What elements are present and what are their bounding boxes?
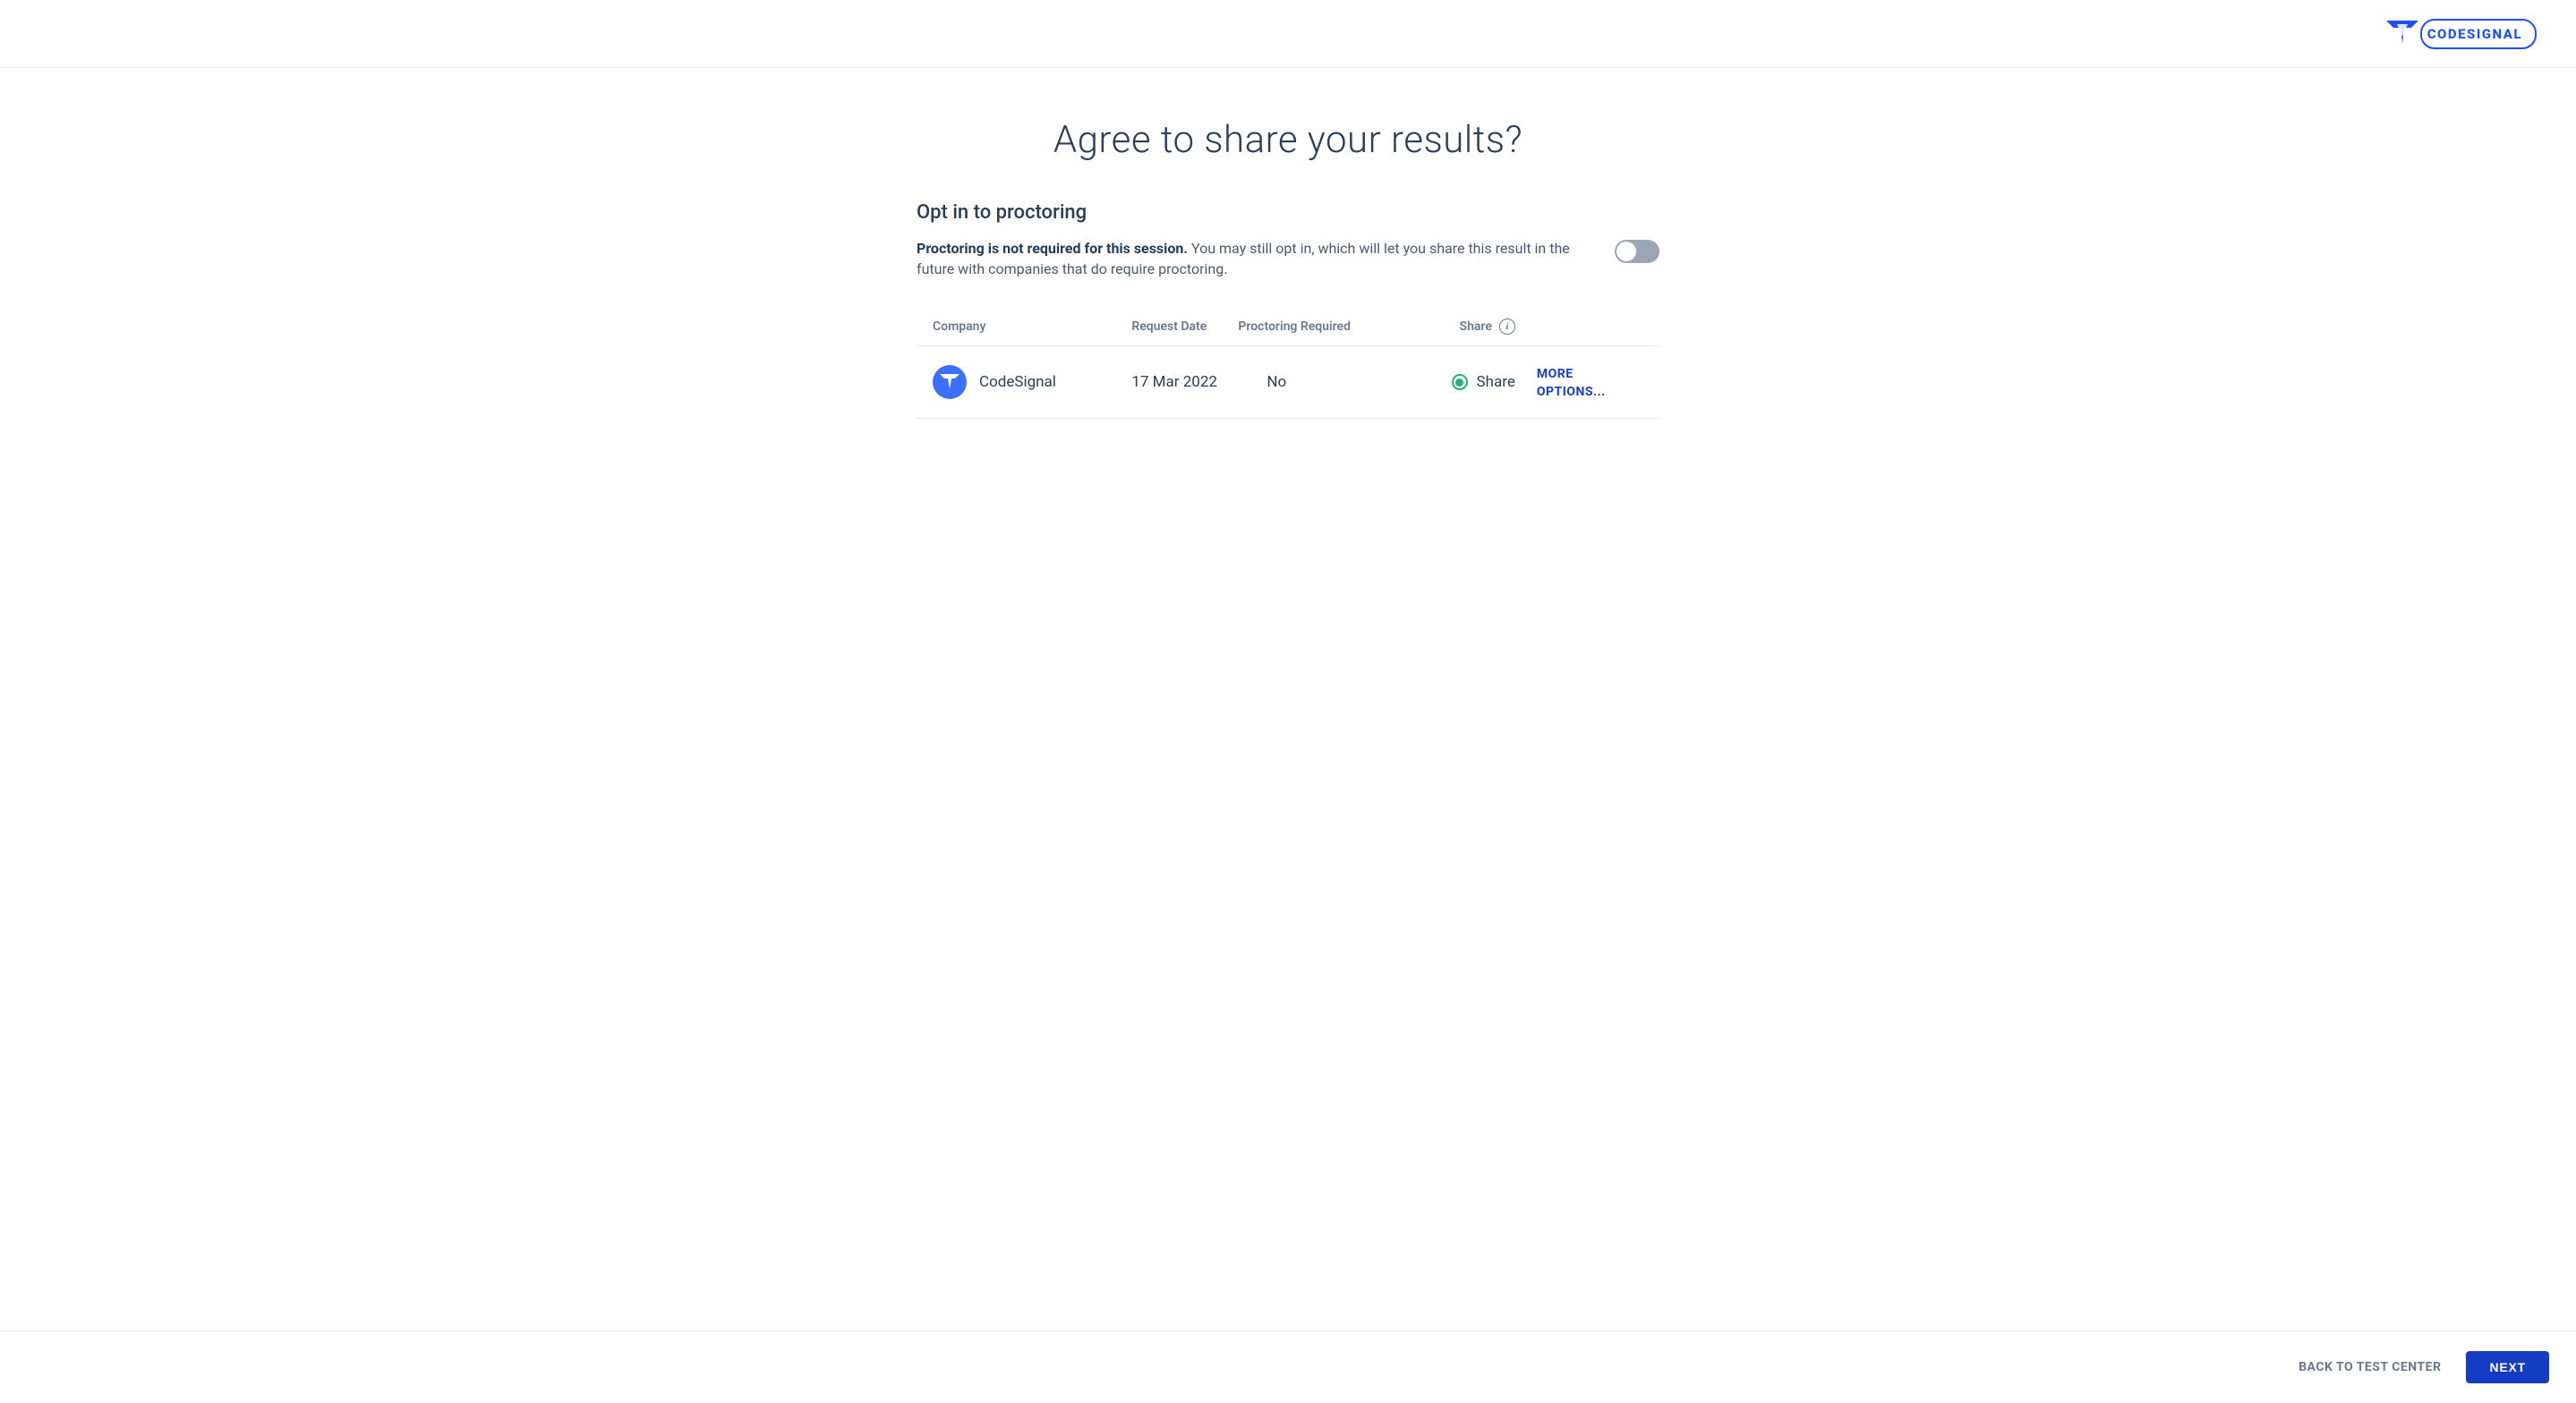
next-button[interactable]: NEXT: [2466, 1351, 2549, 1383]
share-radio[interactable]: [1452, 374, 1468, 390]
cell-more: MORE OPTIONS...: [1537, 364, 1643, 400]
header: CODESIGNAL: [0, 0, 2576, 68]
logo[interactable]: CODESIGNAL: [2386, 19, 2537, 49]
header-share: Share i: [1366, 319, 1537, 335]
codesignal-shield-icon: [2386, 19, 2418, 49]
section-title: Opt in to proctoring: [917, 201, 1659, 224]
cell-proctoring: No: [1238, 373, 1366, 391]
footer: BACK TO TEST CENTER NEXT: [0, 1331, 2576, 1403]
logo-pill: CODESIGNAL: [2420, 19, 2537, 49]
share-label: Share: [1477, 373, 1515, 391]
cell-date: 17 Mar 2022: [1131, 372, 1238, 392]
header-share-label: Share: [1460, 319, 1492, 334]
company-logo-icon: [933, 365, 967, 399]
header-request-date: Request Date: [1131, 319, 1238, 334]
back-to-test-center-link[interactable]: BACK TO TEST CENTER: [2299, 1360, 2441, 1374]
logo-text: CODESIGNAL: [2424, 26, 2522, 42]
cell-company: CodeSignal: [933, 365, 1131, 399]
more-options-link[interactable]: MORE OPTIONS...: [1537, 367, 1606, 399]
radio-dot: [1455, 378, 1463, 387]
proctoring-description: Proctoring is not required for this sess…: [917, 238, 1597, 279]
table-header: Company Request Date Proctoring Required…: [917, 304, 1659, 346]
main-content: Agree to share your results? Opt in to p…: [0, 68, 2576, 1331]
proctoring-toggle[interactable]: [1615, 240, 1659, 263]
proctoring-row: Proctoring is not required for this sess…: [917, 238, 1659, 279]
info-icon[interactable]: i: [1499, 319, 1515, 335]
toggle-knob: [1616, 242, 1636, 261]
company-name: CodeSignal: [979, 373, 1056, 391]
header-proctoring: Proctoring Required: [1238, 319, 1366, 334]
header-company: Company: [933, 319, 1131, 334]
share-table: Company Request Date Proctoring Required…: [917, 304, 1659, 419]
table-row: CodeSignal 17 Mar 2022 No Share MORE OPT…: [917, 346, 1659, 419]
proctoring-strong: Proctoring is not required for this sess…: [917, 240, 1188, 257]
page-title: Agree to share your results?: [917, 118, 1659, 162]
cell-share: Share: [1366, 373, 1537, 391]
